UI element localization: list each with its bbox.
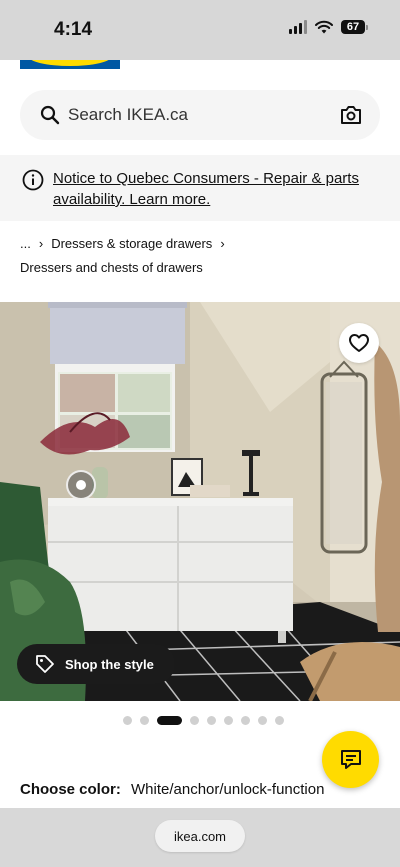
search-bar[interactable] [20,90,380,140]
carousel-dot[interactable] [241,716,250,725]
choose-color: Choose color: White/anchor/unlock-functi… [20,781,324,798]
search-input[interactable] [68,98,328,132]
signal-icon [289,20,307,34]
carousel-dot[interactable] [123,716,132,725]
notice-link[interactable]: Notice to Quebec Consumers - Repair & pa… [53,168,383,210]
battery-icon: 67 [341,20,368,34]
heart-icon [349,334,369,352]
info-icon [22,169,44,191]
shop-the-style-button[interactable]: Shop the style [17,644,175,684]
status-bar: 4:14 67 [0,0,400,60]
chevron-right-icon: › [220,235,225,251]
url-bar[interactable]: ikea.com [155,820,245,852]
shop-the-style-label: Shop the style [65,656,154,672]
carousel-dot-active[interactable] [157,716,182,725]
breadcrumb-ellipsis[interactable]: ... [20,236,31,251]
chat-icon [340,749,361,769]
breadcrumb-current[interactable]: Dressers and chests of drawers [20,260,203,275]
carousel-dot[interactable] [275,716,284,725]
carousel-dot[interactable] [207,716,216,725]
camera-icon[interactable] [340,105,362,125]
browser-bottom-bar: ikea.com [0,808,400,867]
status-icons: 67 [289,20,368,34]
wishlist-button[interactable] [339,323,379,363]
carousel-dot[interactable] [224,716,233,725]
tag-icon [36,655,54,673]
chat-button[interactable] [322,731,379,788]
wifi-icon [315,20,333,34]
breadcrumb: ... › Dressers & storage drawers › Dress… [20,234,390,276]
product-image[interactable]: Shop the style [0,302,400,701]
room-scene-illustration [0,302,400,701]
chevron-right-icon: › [38,235,44,251]
search-icon [40,105,60,125]
carousel-dot[interactable] [140,716,149,725]
carousel-dot[interactable] [258,716,267,725]
selected-color-value: White/anchor/unlock-function [131,781,325,798]
carousel-dot[interactable] [190,716,199,725]
status-time: 4:14 [54,19,93,40]
product-hotspot[interactable] [66,470,96,500]
screen: 4:14 67 Search IKEA.ca Notice to Quebec … [0,0,400,867]
breadcrumb-parent[interactable]: Dressers & storage drawers [51,236,212,251]
ikea-logo[interactable] [20,60,120,69]
consumer-notice: Notice to Quebec Consumers - Repair & pa… [0,155,400,221]
carousel-pagination [123,716,284,725]
choose-color-label: Choose color: [20,781,121,798]
battery-level: 67 [341,20,365,34]
